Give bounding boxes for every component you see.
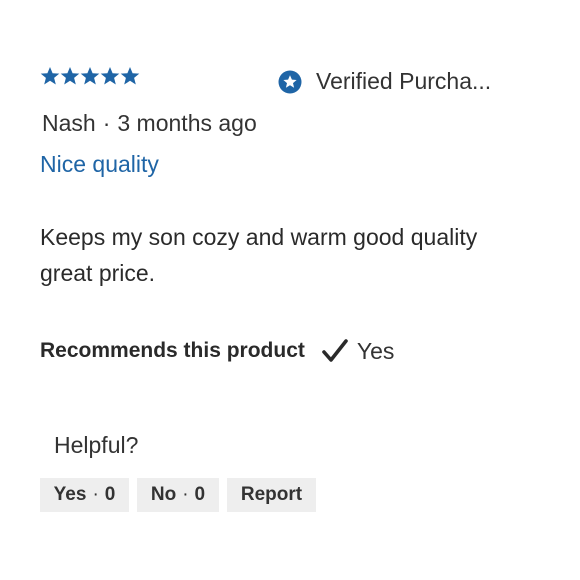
recommends-row: Recommends this product Yes (40, 337, 394, 365)
review-title: Nice quality (40, 151, 159, 177)
verified-purchase-badge: Verified Purcha... (278, 68, 491, 95)
author-line: Nash · 3 months ago (42, 110, 257, 137)
report-button[interactable]: Report (227, 478, 316, 512)
review-card: Verified Purcha... Nash · 3 months ago Nic… (0, 0, 580, 580)
helpful-no-label: No (150, 484, 177, 505)
separator-dot: · (92, 484, 99, 505)
star-icon (40, 66, 60, 86)
star-icon (80, 66, 100, 86)
verified-purchase-label: Verified Purcha... (316, 68, 492, 94)
recommends-label: Recommends this product (40, 339, 305, 362)
helpful-yes-button[interactable]: Yes · 0 (40, 478, 129, 512)
helpful-yes-count: 0 (104, 484, 116, 505)
star-icon (60, 66, 80, 86)
recommends-value: Yes (356, 337, 395, 364)
star-rating (40, 66, 140, 86)
author-name: Nash (42, 110, 96, 136)
report-label: Report (240, 484, 303, 505)
separator-dot: · (102, 110, 111, 136)
helpful-vote-row: Yes · 0 No · 0 Report (40, 478, 316, 512)
checkmark-icon (321, 337, 349, 365)
separator-dot: · (182, 484, 189, 505)
stars-container (40, 66, 140, 86)
star-icon (100, 66, 120, 86)
verified-star-badge-icon (278, 70, 302, 94)
helpful-label: Helpful? (54, 432, 139, 458)
review-body: Keeps my son cozy and warm good quality … (40, 224, 478, 286)
helpful-no-count: 0 (194, 484, 206, 505)
review-date: 3 months ago (117, 110, 257, 136)
helpful-yes-label: Yes (53, 484, 87, 505)
star-icon (120, 66, 140, 86)
helpful-no-button[interactable]: No · 0 (137, 478, 219, 512)
